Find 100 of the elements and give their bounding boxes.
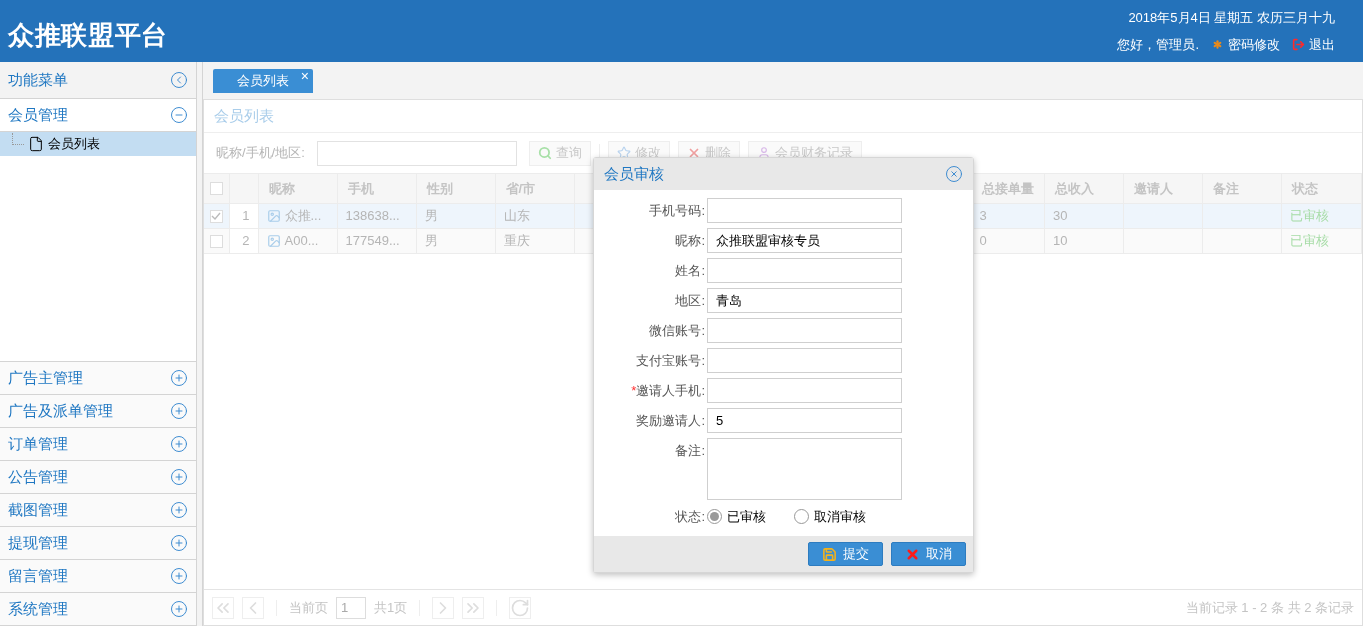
status-radio[interactable]: 取消审核 — [794, 507, 866, 527]
expand-icon[interactable] — [170, 468, 188, 486]
field-label: *邀请人手机: — [630, 382, 705, 400]
expand-icon[interactable] — [170, 534, 188, 552]
table-cell: 众推... — [258, 203, 337, 229]
row-checkbox[interactable] — [209, 234, 223, 248]
menu-group-label: 会员管理 — [8, 104, 68, 125]
field-label: 地区: — [674, 292, 705, 310]
field-label: 支付宝账号: — [635, 352, 705, 370]
menu-group[interactable]: 截图管理 — [0, 494, 196, 527]
collapse-sidebar-icon[interactable] — [170, 71, 188, 89]
last-page-icon[interactable] — [462, 596, 485, 619]
field-label: 奖励邀请人: — [635, 412, 705, 430]
page-field[interactable]: 1 — [336, 596, 366, 619]
table-cell: 山东 — [495, 203, 574, 229]
image-icon — [266, 234, 281, 248]
cancel-button[interactable]: 取消 — [891, 542, 966, 566]
input-field[interactable] — [707, 378, 902, 403]
tab[interactable]: 会员列表 × — [213, 69, 313, 93]
input-field[interactable]: 众推联盟审核专员 — [707, 228, 902, 253]
tab-close-button[interactable]: × — [300, 66, 309, 87]
input-field[interactable] — [707, 258, 902, 283]
table-cell: 138638... — [337, 203, 416, 229]
expand-icon[interactable] — [170, 402, 188, 420]
field-label: 状态: — [674, 508, 705, 526]
table-cell: 30 — [1044, 203, 1124, 229]
table-cell: 男 — [416, 228, 495, 254]
greeting-text: 您好，管理员. — [1117, 36, 1199, 54]
menu-group-label: 提现管理 — [8, 532, 68, 553]
collapse-icon[interactable] — [170, 106, 188, 124]
field-label: 昵称: — [674, 232, 705, 250]
submit-button[interactable]: 提交 — [808, 542, 883, 566]
field-label: 备注: — [674, 442, 705, 460]
next-page-icon[interactable] — [432, 596, 455, 619]
remark-field[interactable] — [707, 438, 902, 500]
close-icon[interactable] — [945, 165, 963, 183]
menu-item[interactable]: 会员列表 — [0, 132, 196, 156]
refresh-icon[interactable] — [509, 596, 532, 619]
table-cell: A00... — [258, 228, 337, 254]
input-field[interactable] — [707, 348, 902, 373]
menu-group[interactable]: 提现管理 — [0, 527, 196, 560]
expand-icon[interactable] — [170, 369, 188, 387]
input-field[interactable]: 青岛 — [707, 288, 902, 313]
app-title: 众推联盟平台 — [8, 18, 168, 52]
logout-icon — [1292, 38, 1305, 52]
image-icon — [266, 209, 281, 223]
search-icon — [537, 146, 552, 160]
table-cell: 男 — [416, 203, 495, 229]
save-icon — [822, 546, 837, 562]
row-checkbox[interactable] — [209, 209, 223, 223]
field-label: 微信账号: — [648, 322, 705, 340]
select-all-checkbox[interactable] — [209, 182, 223, 195]
menu-group-label: 系统管理 — [8, 598, 68, 619]
close-icon — [905, 546, 920, 562]
menu-group-label: 留言管理 — [8, 565, 68, 586]
menu-group-label: 广告主管理 — [8, 367, 83, 388]
star-icon — [616, 146, 631, 160]
menu-group[interactable]: 公告管理 — [0, 461, 196, 494]
menu-group[interactable]: 留言管理 — [0, 560, 196, 593]
record-summary: 当前记录 1 - 2 条 共 2 条记录 — [1185, 598, 1354, 617]
user-icon — [756, 146, 771, 160]
menu-item-label: 会员列表 — [48, 135, 100, 154]
page-label: 当前页 — [289, 598, 328, 617]
password-link[interactable]: 密码修改 — [1211, 35, 1280, 55]
first-page-icon[interactable] — [212, 596, 234, 619]
table-cell: 已审核 — [1281, 228, 1362, 254]
menu-group[interactable]: 广告及派单管理 — [0, 395, 196, 428]
menu-group-label: 广告及派单管理 — [8, 400, 113, 421]
menu-group[interactable]: 系统管理 — [0, 593, 196, 626]
logout-link[interactable]: 退出 — [1292, 35, 1335, 55]
menu-group-label: 公告管理 — [8, 466, 68, 487]
file-icon — [28, 136, 44, 152]
previous-page-icon[interactable] — [242, 596, 264, 619]
expand-icon[interactable] — [170, 435, 188, 453]
menu-group[interactable]: 广告主管理 — [0, 362, 196, 395]
sidebar-title: 功能菜单 — [8, 69, 68, 90]
expand-icon[interactable] — [170, 600, 188, 618]
field-label: 姓名: — [674, 262, 705, 280]
table-cell: 10 — [1044, 228, 1124, 254]
search-field[interactable] — [316, 140, 517, 166]
menu-group-label: 截图管理 — [8, 499, 68, 520]
input-field[interactable]: 5 — [707, 408, 902, 433]
expand-icon[interactable] — [170, 501, 188, 519]
input-field[interactable] — [707, 198, 902, 223]
expand-icon[interactable] — [170, 567, 188, 585]
status-radio[interactable]: 已审核 — [707, 507, 766, 527]
total-pages: 共1页 — [374, 598, 408, 617]
table-cell: 已审核 — [1281, 203, 1362, 229]
input-field[interactable] — [707, 318, 902, 343]
menu-group-label: 订单管理 — [8, 433, 68, 454]
date-text: 2018年5月4日 星期五 农历三月十九 — [1128, 8, 1335, 27]
table-cell: 177549... — [337, 228, 416, 254]
search-label: 昵称/手机/地区: — [216, 144, 305, 163]
panel-title: 会员列表 — [214, 105, 274, 126]
table-cell: 重庆 — [495, 228, 574, 254]
asterisk-icon — [1211, 38, 1224, 52]
menu-group[interactable]: 订单管理 — [0, 428, 196, 461]
check-icon — [211, 211, 222, 221]
dialog-title: 会员审核 — [604, 163, 664, 184]
field-label: 手机号码: — [648, 202, 705, 220]
